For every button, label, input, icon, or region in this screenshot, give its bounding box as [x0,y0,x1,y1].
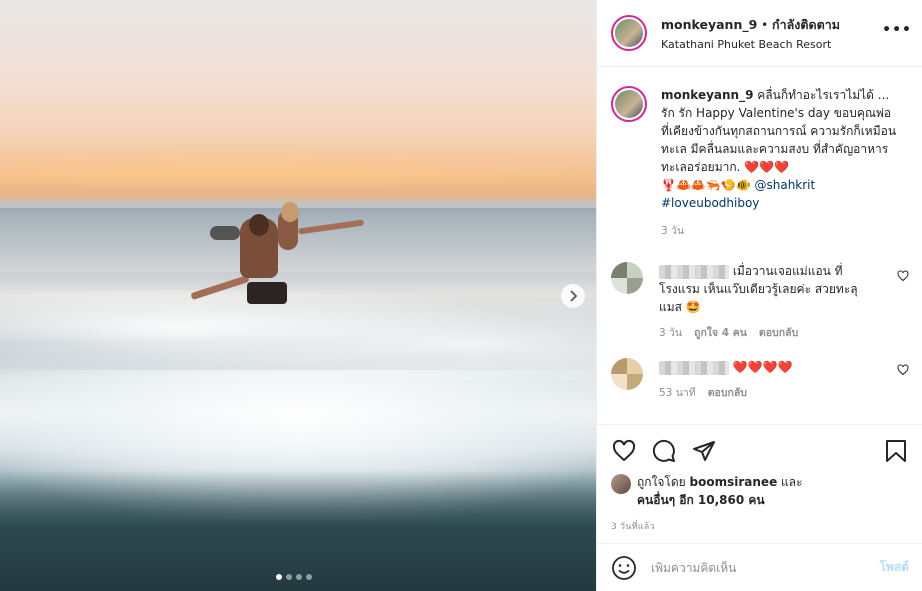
carousel-next-button[interactable] [561,284,585,308]
avatar[interactable] [611,15,647,51]
chevron-right-icon [570,290,578,302]
author-username[interactable]: monkeyann_9 [661,17,757,32]
smiley-icon[interactable] [611,555,637,581]
heart-icon [897,364,909,376]
more-options-icon[interactable]: ••• [882,22,912,38]
add-comment-bar: โพสต์ [597,543,922,591]
caption-time: 3 วัน [661,225,685,237]
comment-input[interactable] [651,560,880,575]
post-comment-button[interactable]: โพสต์ [880,558,909,577]
comment-text: ❤️❤️❤️❤️ [732,360,793,374]
post-header: monkeyann_9 • กำลังติดตาม Katathani Phuk… [597,0,922,67]
bookmark-icon [886,440,906,462]
carousel-dot [286,574,292,580]
caption-username[interactable]: monkeyann_9 [661,88,753,102]
share-button[interactable] [691,438,717,464]
hashtag-link[interactable]: #loveubodhiboy [661,196,759,210]
comment-item: เมื่อวานเจอแม่แอน ที่โรงแรม เห็นแว๊บเดีย… [597,262,922,342]
heart-emojis: ❤️❤️❤️ [744,160,790,174]
post-sidebar: monkeyann_9 • กำลังติดตาม Katathani Phuk… [596,0,922,591]
mention-link[interactable]: @shahkrit [754,178,815,192]
separator-dot: • [761,18,769,32]
carousel-dot [296,574,302,580]
following-button[interactable]: กำลังติดตาม [772,17,840,32]
heart-icon [897,270,909,282]
instagram-post: monkeyann_9 • กำลังติดตาม Katathani Phuk… [0,0,922,591]
save-button[interactable] [883,438,909,464]
paper-plane-icon [693,441,715,461]
swimmers-in-distance [210,226,240,240]
comment-icon [652,439,675,462]
heart-icon [612,439,636,462]
post-photo[interactable] [0,0,596,591]
carousel-dot [276,574,282,580]
comment-button[interactable] [651,438,677,464]
liker-username[interactable]: boomsiranee [690,475,778,489]
comments-list: monkeyann_9 คลื่นก็ทำอะไรเราไม่ได้ ... ร… [597,68,922,423]
likes-summary: ถูกใจโดย boomsiranee และ คนอื่นๆ อีก 10,… [611,473,909,509]
avatar[interactable] [611,86,647,122]
carousel-dot [306,574,312,580]
comment-time: 3 วัน [659,327,683,339]
comment-time: 53 นาที [659,387,696,399]
blurred-username [659,360,729,375]
avatar[interactable] [611,262,643,294]
comment-like-button[interactable] [897,364,909,379]
post-timestamp: 3 วันที่แล้ว [611,522,655,532]
like-button[interactable] [611,438,637,464]
reply-button[interactable]: ตอบกลับ [759,324,798,342]
comment-item: ❤️❤️❤️❤️ 53 นาที ตอบกลับ [597,358,922,402]
post-actions: ถูกใจโดย boomsiranee และ คนอื่นๆ อีก 10,… [597,424,922,533]
carousel-indicator [276,574,312,580]
likes-count-link[interactable]: คนอื่นๆ อีก 10,860 คน [637,493,765,507]
location-link[interactable]: Katathani Phuket Beach Resort [661,38,840,51]
comment-like-button[interactable] [897,270,909,285]
avatar[interactable] [611,474,631,494]
avatar[interactable] [611,358,643,390]
comment-likes[interactable]: ถูกใจ 4 คน [694,324,747,342]
blurred-username [659,264,729,279]
reply-button[interactable]: ตอบกลับ [708,384,747,402]
food-emojis: 🦞🦀🦀🦐🍤🐠 [661,178,751,192]
caption: monkeyann_9 คลื่นก็ทำอะไรเราไม่ได้ ... ร… [597,68,922,240]
